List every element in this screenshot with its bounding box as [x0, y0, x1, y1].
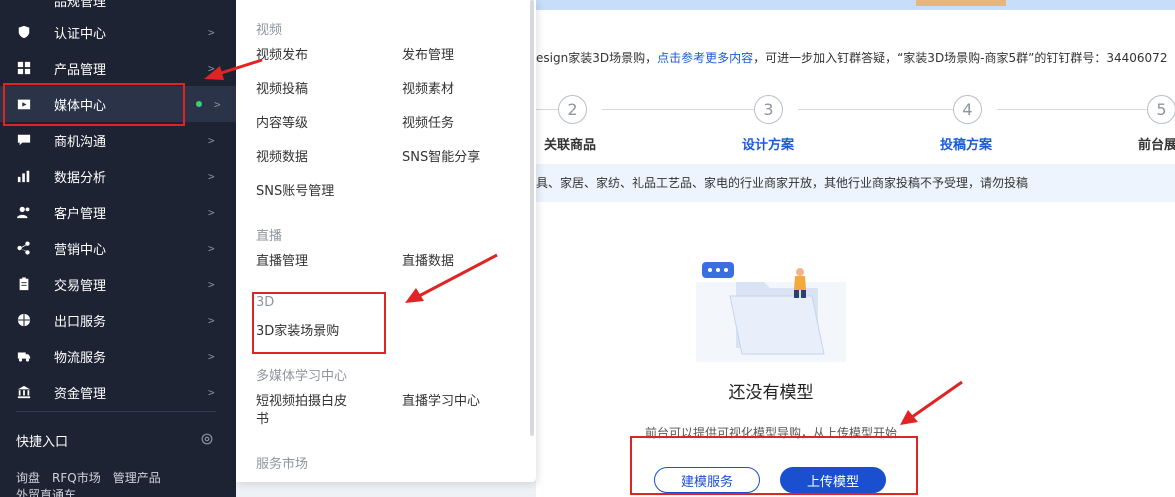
- empty-folder-illustration: [696, 262, 846, 362]
- menu-link-sns-account[interactable]: SNS账号管理: [256, 183, 334, 201]
- sidebar-item-export[interactable]: 出口服务 >: [0, 302, 236, 338]
- main-content: esign家装3D场景购，点击参考更多内容，可进一步加入钉群答疑，“家装3D场景…: [536, 0, 1175, 497]
- section-learning: 多媒体学习中心: [256, 369, 348, 384]
- step-label: 前台展: [1138, 138, 1175, 153]
- sidebar-item-certification[interactable]: 认证中心 >: [0, 14, 236, 50]
- quick-link-trade-express[interactable]: 外贸直通车: [16, 486, 76, 497]
- sidebar-item-cut-label: 品规管理: [54, 0, 107, 10]
- active-dot-indicator: [196, 101, 202, 107]
- section-service-market: 服务市场: [256, 457, 309, 472]
- step-connector: [997, 109, 1147, 110]
- step-connector: [798, 109, 953, 110]
- sidebar-item-label: 认证中心: [54, 26, 107, 42]
- chevron-right-icon: >: [208, 277, 215, 291]
- quick-links: 询盘 RFQ市场 管理产品: [16, 469, 161, 486]
- menu-link-video-data[interactable]: 视频数据: [256, 149, 308, 167]
- step-connector: [602, 109, 754, 110]
- sidebar-item-products[interactable]: 产品管理 >: [0, 50, 236, 86]
- empty-state-title: 还没有模型: [728, 383, 814, 403]
- section-live: 直播: [256, 229, 283, 244]
- shield-icon: [16, 24, 32, 40]
- menu-link-short-video-whitepaper[interactable]: 短视频拍摄白皮书: [256, 393, 356, 429]
- banner-illustration: [916, 0, 1006, 6]
- sidebar-item-logistics[interactable]: 物流服务 >: [0, 338, 236, 374]
- truck-icon: [16, 348, 32, 364]
- chevron-right-icon: >: [208, 25, 215, 39]
- quick-link-manage-products[interactable]: 管理产品: [113, 469, 161, 486]
- globe-icon: [16, 312, 32, 328]
- section-video: 视频: [256, 23, 283, 38]
- menu-link-live-manage[interactable]: 直播管理: [256, 253, 308, 271]
- menu-link-publish-manage[interactable]: 发布管理: [402, 47, 454, 65]
- share-icon: [16, 240, 32, 256]
- sidebar: 品规管理 认证中心 > 产品管理 > 媒体中心 > 商机沟通 > 数据分析 > …: [0, 0, 236, 497]
- notice-text: esign家装3D场景购，点击参考更多内容，可进一步加入钉群答疑，“家装3D场景…: [536, 49, 1167, 66]
- chevron-right-icon: >: [208, 133, 215, 147]
- chevron-right-icon: >: [208, 349, 215, 363]
- sidebar-item-business-chat[interactable]: 商机沟通 >: [0, 122, 236, 158]
- sidebar-item-finance[interactable]: 资金管理 >: [0, 374, 236, 410]
- bank-icon: [16, 384, 32, 400]
- step-label: 投稿方案: [940, 138, 993, 153]
- notice-suffix: ，可进一步加入钉群答疑，“家装3D场景购-商家5群”的钉钉群号：34406072: [753, 51, 1168, 65]
- chevron-right-icon: >: [208, 241, 215, 255]
- sidebar-item-marketing[interactable]: 营销中心 >: [0, 230, 236, 266]
- step-circle: 3: [754, 95, 783, 124]
- gear-icon[interactable]: [200, 432, 214, 446]
- step-connector: [536, 109, 558, 110]
- sidebar-divider: [16, 411, 216, 412]
- users-icon: [16, 204, 32, 220]
- sidebar-item-label: 物流服务: [54, 350, 107, 366]
- media-center-dropdown: 视频 视频发布 发布管理 视频投稿 视频素材 内容等级 视频任务 视频数据 SN…: [236, 0, 536, 482]
- chevron-right-icon: >: [208, 385, 215, 399]
- bar-chart-icon: [16, 168, 32, 184]
- sidebar-item-label: 商机沟通: [54, 134, 107, 150]
- menu-link-video-material[interactable]: 视频素材: [402, 81, 454, 99]
- menu-link-live-learning[interactable]: 直播学习中心: [402, 393, 480, 411]
- sidebar-item-transactions[interactable]: 交易管理 >: [0, 266, 236, 302]
- step-label: 设计方案: [742, 138, 795, 153]
- menu-link-video-submit[interactable]: 视频投稿: [256, 81, 308, 99]
- step-label: 关联商品: [544, 138, 597, 153]
- clipboard-icon: [16, 276, 32, 292]
- chevron-right-icon: >: [208, 313, 215, 327]
- info-bar: 具、家居、家纺、礼品工艺品、家电的行业商家开放，其他行业商家投稿不予受理，请勿投…: [536, 164, 1175, 202]
- chevron-right-icon: >: [208, 205, 215, 219]
- sidebar-item-label: 营销中心: [54, 242, 107, 258]
- sidebar-item-label: 客户管理: [54, 206, 107, 222]
- menu-link-live-data[interactable]: 直播数据: [402, 253, 454, 271]
- sidebar-item-customers[interactable]: 客户管理 >: [0, 194, 236, 230]
- menu-link-video-publish[interactable]: 视频发布: [256, 47, 308, 65]
- sidebar-item-label: 资金管理: [54, 386, 107, 402]
- step-progress: 2 3 4 5 关联商品 设计方案 投稿方案 前台展: [536, 95, 1175, 155]
- step-circle: 2: [558, 95, 587, 124]
- quick-link-rfq[interactable]: RFQ市场: [52, 469, 101, 486]
- notice-prefix: esign家装3D场景购，: [536, 51, 658, 65]
- step-circle: 5: [1147, 95, 1175, 124]
- sidebar-item-label: 产品管理: [54, 62, 107, 78]
- quick-entry-title: 快捷入口: [16, 435, 69, 450]
- banner-strip: [536, 0, 1175, 10]
- sidebar-item-analytics[interactable]: 数据分析 >: [0, 158, 236, 194]
- dropdown-scrollbar[interactable]: [530, 0, 534, 436]
- sidebar-item-label: 出口服务: [54, 314, 107, 330]
- sidebar-item-label: 数据分析: [54, 170, 107, 186]
- content-card: esign家装3D场景购，点击参考更多内容，可进一步加入钉群答疑，“家装3D场景…: [536, 10, 1175, 497]
- chevron-right-icon: >: [208, 169, 215, 183]
- annotation-box-media: [3, 83, 185, 126]
- chevron-right-icon: >: [208, 61, 215, 75]
- notice-link[interactable]: 点击参考更多内容: [657, 51, 753, 65]
- chat-icon: [16, 132, 32, 148]
- sidebar-item-label: 交易管理: [54, 278, 107, 294]
- quick-link-inquiry[interactable]: 询盘: [16, 469, 40, 486]
- chevron-right-icon: >: [214, 97, 221, 111]
- annotation-box-3d: [252, 292, 386, 354]
- annotation-box-buttons: [630, 436, 918, 495]
- grid-icon: [16, 60, 32, 76]
- menu-link-video-task[interactable]: 视频任务: [402, 115, 454, 133]
- step-circle: 4: [953, 95, 982, 124]
- menu-link-sns-share[interactable]: SNS智能分享: [402, 149, 480, 167]
- menu-link-content-level[interactable]: 内容等级: [256, 115, 308, 133]
